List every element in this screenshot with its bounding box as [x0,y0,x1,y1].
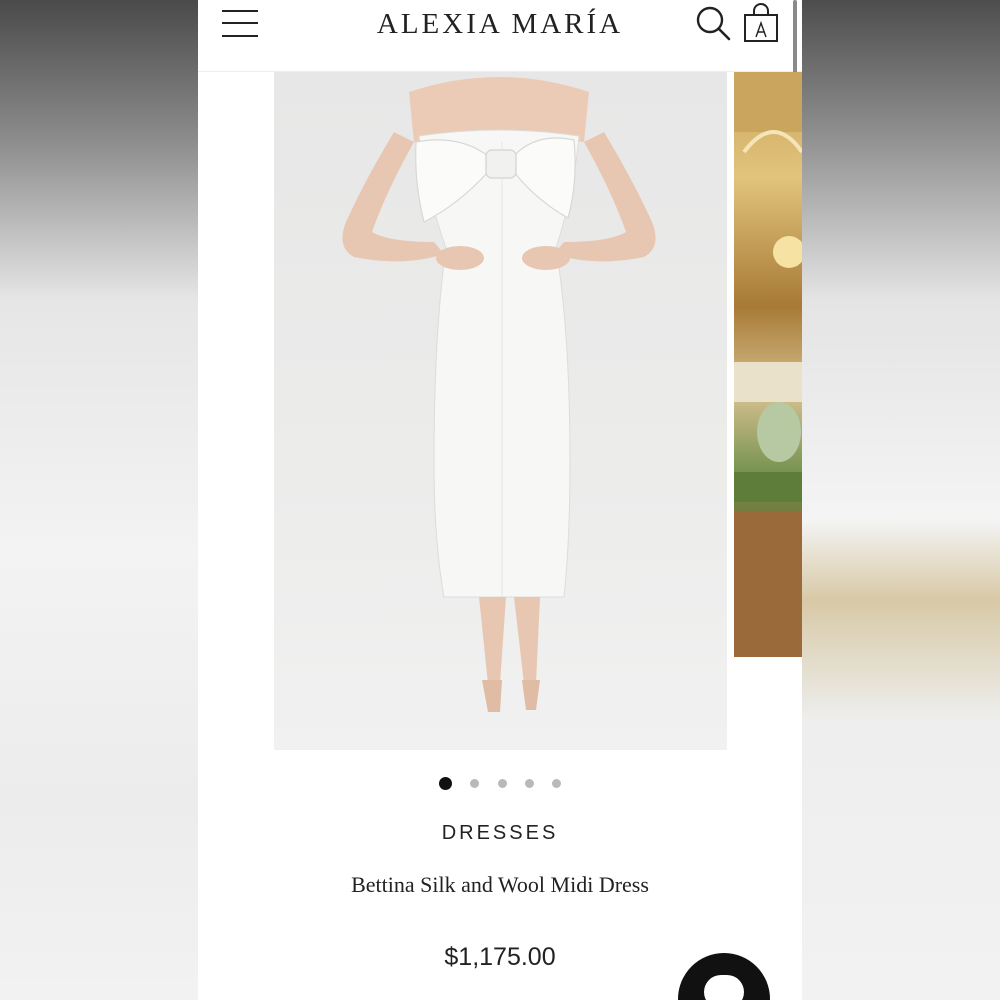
product-image-carousel[interactable] [198,72,802,752]
search-button[interactable] [694,4,732,42]
site-header: ALEXIA MARÍA [198,0,802,180]
pagination-dot-3[interactable] [497,779,507,789]
product-image-next[interactable] [734,72,802,657]
cart-button[interactable] [742,2,780,44]
model-in-white-dress-image [342,77,656,712]
pagination-dot-4[interactable] [524,779,534,789]
mobile-screen: ALEXIA MARÍA DRESSES Bettina Silk and Wo… [198,0,802,1000]
product-title: Bettina Silk and Wool Midi Dress [351,872,649,897]
blurred-background-left [0,0,198,1000]
carousel-pagination [198,775,802,791]
interior-room-image [734,72,802,657]
product-image-main[interactable] [274,72,727,750]
pagination-dot-1[interactable] [438,777,452,791]
chat-bubble-icon [704,975,744,1000]
pagination-dot-2[interactable] [470,779,480,789]
shopping-bag-icon [744,3,778,42]
product-category[interactable]: DRESSES [198,822,802,845]
pagination-dot-5[interactable] [552,779,562,789]
search-icon [696,6,731,41]
blurred-background-right [802,0,1000,1000]
